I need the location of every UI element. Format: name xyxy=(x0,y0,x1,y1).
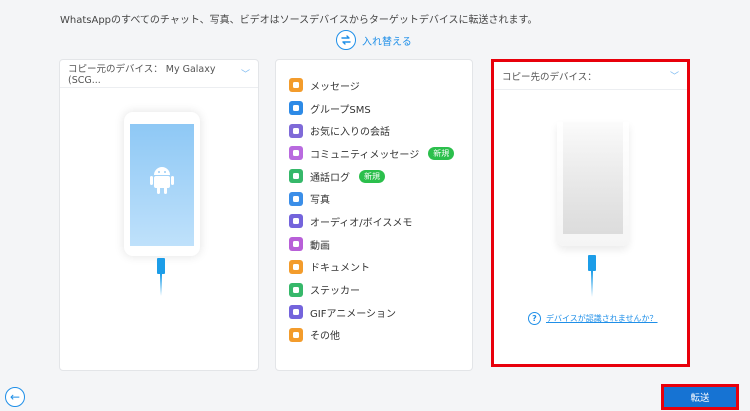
source-device-panel: コピー元のデバイス： My Galaxy (SCG... ﹀ xyxy=(59,59,259,371)
photo-icon xyxy=(289,191,303,206)
swap-icon xyxy=(336,30,356,50)
document-icon xyxy=(289,259,303,274)
call-log-icon xyxy=(289,169,303,184)
other-icon xyxy=(289,327,303,342)
data-type-panel: メッセージ グループSMS お気に入りの会話 コミュニティメッセージ 新規 通話ログ 新規写… xyxy=(275,59,473,371)
chevron-down-icon: ﹀ xyxy=(669,72,679,82)
source-phone-illustration xyxy=(124,112,200,256)
message-icon xyxy=(289,78,303,93)
data-type-item[interactable]: ドキュメント xyxy=(289,256,472,279)
data-type-label: 動画 xyxy=(310,240,330,252)
page-description: WhatsAppのすべてのチャット、写真、ビデオはソースデバイスからターゲットデ… xyxy=(60,15,538,26)
usb-cable-icon xyxy=(157,258,165,274)
data-type-label: GIFアニメーション xyxy=(310,308,397,320)
question-icon: ? xyxy=(528,312,541,325)
video-icon xyxy=(289,237,303,252)
device-not-recognized-help[interactable]: ? デバイスが認識されませんか？ xyxy=(528,312,658,325)
data-type-item[interactable]: コミュニティメッセージ 新規 xyxy=(289,142,472,165)
data-type-label: オーディオ/ボイスメモ xyxy=(310,217,413,229)
back-button[interactable]: ← xyxy=(5,387,25,407)
transfer-button[interactable]: 転送 xyxy=(664,387,736,407)
data-type-item[interactable]: グループSMS xyxy=(289,97,472,120)
new-badge: 新規 xyxy=(428,146,455,160)
data-type-label: お気に入りの会話 xyxy=(310,127,390,139)
source-device-label: コピー元のデバイス： xyxy=(68,64,163,75)
data-type-item[interactable]: ステッカー xyxy=(289,278,472,301)
new-badge: 新規 xyxy=(359,169,385,183)
data-type-item[interactable]: 通話ログ 新規 xyxy=(289,165,472,188)
data-type-label: メッセージ xyxy=(310,81,360,93)
data-type-label: グループSMS xyxy=(310,104,371,116)
data-type-item[interactable]: オーディオ/ボイスメモ xyxy=(289,210,472,233)
data-type-item[interactable]: メッセージ xyxy=(289,74,472,97)
usb-cable-icon xyxy=(588,255,596,271)
source-device-selector[interactable]: コピー元のデバイス： My Galaxy (SCG... ﹀ xyxy=(60,60,258,88)
gif-icon xyxy=(289,305,303,320)
device-not-recognized-link[interactable]: デバイスが認識されませんか？ xyxy=(546,313,658,324)
arrow-left-icon: ← xyxy=(9,390,21,404)
chevron-down-icon: ﹀ xyxy=(240,70,250,80)
audio-icon xyxy=(289,214,303,229)
favorite-star-icon xyxy=(289,123,303,138)
data-type-item[interactable]: その他 xyxy=(289,324,472,347)
data-type-item[interactable]: お気に入りの会話 xyxy=(289,119,472,142)
data-type-label: コミュニティメッセージ xyxy=(310,149,420,161)
target-device-selector[interactable]: コピー先のデバイス： ﹀ xyxy=(494,62,687,90)
data-type-label: 写真 xyxy=(310,195,330,207)
group-sms-icon xyxy=(289,101,303,116)
target-phone-illustration xyxy=(557,122,629,246)
transfer-button-highlight: 転送 xyxy=(661,384,739,410)
data-type-item[interactable]: 写真 xyxy=(289,187,472,210)
data-type-item[interactable]: GIFアニメーション xyxy=(289,301,472,324)
target-device-panel: コピー先のデバイス： ﹀ ? デバイスが認識されませんか？ xyxy=(491,59,690,367)
data-type-label: 通話ログ xyxy=(310,172,350,184)
target-device-label: コピー先のデバイス： xyxy=(502,71,597,83)
data-type-list: メッセージ グループSMS お気に入りの会話 コミュニティメッセージ 新規 通話ログ 新規写… xyxy=(276,60,472,346)
data-type-item[interactable]: 動画 xyxy=(289,233,472,256)
community-icon xyxy=(289,146,303,161)
data-type-label: ステッカー xyxy=(310,286,360,298)
android-icon xyxy=(150,167,174,194)
swap-devices-button[interactable]: 入れ替える xyxy=(336,30,412,50)
data-type-label: ドキュメント xyxy=(310,263,370,275)
sticker-icon xyxy=(289,282,303,297)
swap-label: 入れ替える xyxy=(362,36,412,48)
data-type-label: その他 xyxy=(310,331,340,343)
